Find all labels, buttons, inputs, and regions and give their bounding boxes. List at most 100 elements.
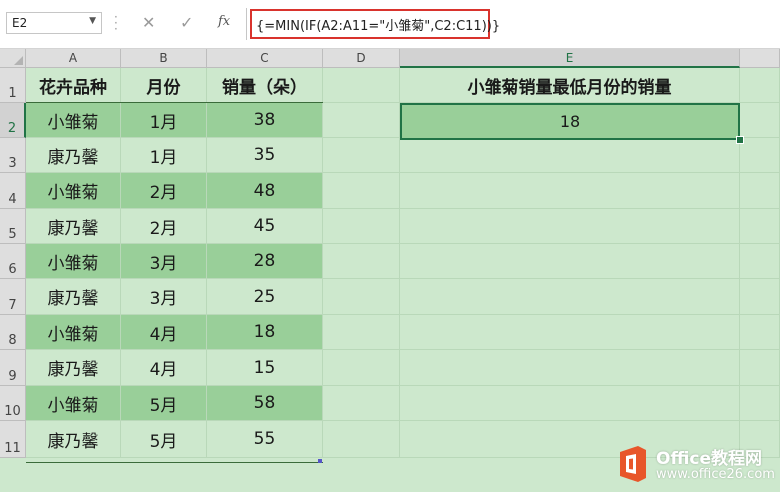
cell-f8[interactable]: [740, 315, 780, 350]
cell-b11[interactable]: 5月: [121, 421, 207, 458]
select-all-button[interactable]: [0, 49, 26, 68]
column-header-d[interactable]: D: [323, 49, 400, 68]
cell-a9[interactable]: 康乃馨: [26, 350, 121, 386]
cell-c9[interactable]: 15: [207, 350, 323, 386]
cell-a10[interactable]: 小雏菊: [26, 386, 121, 421]
cell-a5[interactable]: 康乃馨: [26, 209, 121, 244]
row-number: 1: [8, 86, 17, 101]
cell-c2[interactable]: 38: [207, 103, 323, 138]
cell-d8[interactable]: [323, 315, 400, 350]
table-top-border: [26, 102, 323, 103]
cell-b5[interactable]: 2月: [121, 209, 207, 244]
cell-a6[interactable]: 小雏菊: [26, 244, 121, 279]
formula-text[interactable]: {=MIN(IF(A2:A11="小雏菊",C2:C11))}: [256, 15, 500, 34]
cell-c8[interactable]: 18: [207, 315, 323, 350]
row-header-6[interactable]: 6: [0, 244, 26, 279]
more-options-icon: · · ·: [114, 10, 118, 36]
column-header-f[interactable]: [740, 49, 780, 68]
name-box[interactable]: E2 ▼: [6, 12, 102, 34]
column-header-e[interactable]: E: [400, 49, 740, 68]
row-number: 6: [8, 262, 17, 277]
worksheet-grid[interactable]: A B C D E 1 2 3 4 5 6 7 8 9 10 11 花卉品种 月份 销量（朵） 小雏菊 1月…: [0, 49, 780, 492]
row-header-2[interactable]: 2: [0, 103, 26, 138]
cell-b3[interactable]: 1月: [121, 138, 207, 173]
cell-b8[interactable]: 4月: [121, 315, 207, 350]
cell-c10[interactable]: 58: [207, 386, 323, 421]
cell-d10[interactable]: [323, 386, 400, 421]
cell-d4[interactable]: [323, 173, 400, 209]
cell-b7[interactable]: 3月: [121, 279, 207, 315]
name-box-value: E2: [12, 16, 28, 30]
cell-a3[interactable]: 康乃馨: [26, 138, 121, 173]
cell-d2[interactable]: [323, 103, 400, 138]
cell-f9[interactable]: [740, 350, 780, 386]
row-header-3[interactable]: 3: [0, 138, 26, 173]
cell-e9[interactable]: [400, 350, 740, 386]
cell-f10[interactable]: [740, 386, 780, 421]
row-number: 9: [8, 369, 17, 384]
cell-e4[interactable]: [400, 173, 740, 209]
cell-b9[interactable]: 4月: [121, 350, 207, 386]
cell-e2-selected[interactable]: 18: [400, 103, 740, 140]
row-header-9[interactable]: 9: [0, 350, 26, 386]
cell-f4[interactable]: [740, 173, 780, 209]
cell-b1[interactable]: 月份: [121, 68, 207, 103]
cell-c6[interactable]: 28: [207, 244, 323, 279]
cell-f5[interactable]: [740, 209, 780, 244]
cell-c1[interactable]: 销量（朵）: [207, 68, 323, 103]
check-icon[interactable]: ✓: [180, 13, 193, 32]
cell-b6[interactable]: 3月: [121, 244, 207, 279]
cell-f2[interactable]: [740, 103, 780, 138]
row-header-7[interactable]: 7: [0, 279, 26, 315]
cell-d5[interactable]: [323, 209, 400, 244]
cell-f7[interactable]: [740, 279, 780, 315]
row-header-1[interactable]: 1: [0, 68, 26, 103]
cell-c5[interactable]: 45: [207, 209, 323, 244]
cell-e6[interactable]: [400, 244, 740, 279]
cell-a7[interactable]: 康乃馨: [26, 279, 121, 315]
chevron-down-icon[interactable]: ▼: [89, 16, 96, 26]
cell-a4[interactable]: 小雏菊: [26, 173, 121, 209]
cell-a1[interactable]: 花卉品种: [26, 68, 121, 103]
cell-c3[interactable]: 35: [207, 138, 323, 173]
cell-a8[interactable]: 小雏菊: [26, 315, 121, 350]
fill-handle[interactable]: [736, 136, 744, 144]
cell-e5[interactable]: [400, 209, 740, 244]
cell-a11[interactable]: 康乃馨: [26, 421, 121, 458]
cell-a2[interactable]: 小雏菊: [26, 103, 121, 138]
close-icon[interactable]: ✕: [142, 13, 155, 32]
cell-d1[interactable]: [323, 68, 400, 103]
cell-f3[interactable]: [740, 138, 780, 173]
cell-e8[interactable]: [400, 315, 740, 350]
cell-d7[interactable]: [323, 279, 400, 315]
cell-f6[interactable]: [740, 244, 780, 279]
row-header-8[interactable]: 8: [0, 315, 26, 350]
cell-f1[interactable]: [740, 68, 780, 103]
cell-b4[interactable]: 2月: [121, 173, 207, 209]
cell-d6[interactable]: [323, 244, 400, 279]
row-header-11[interactable]: 11: [0, 421, 26, 458]
cell-c7[interactable]: 25: [207, 279, 323, 315]
row-header-4[interactable]: 4: [0, 173, 26, 209]
cell-e1[interactable]: 小雏菊销量最低月份的销量: [400, 68, 740, 103]
cell-e3[interactable]: [400, 138, 740, 173]
corner-triangle-icon: [14, 56, 23, 65]
row-number: 10: [4, 404, 21, 419]
cell-b10[interactable]: 5月: [121, 386, 207, 421]
row-header-5[interactable]: 5: [0, 209, 26, 244]
cell-c11[interactable]: 55: [207, 421, 323, 458]
cell-e10[interactable]: [400, 386, 740, 421]
column-header-b[interactable]: B: [121, 49, 207, 68]
function-icon[interactable]: fx: [218, 14, 230, 29]
row-header-10[interactable]: 10: [0, 386, 26, 421]
cell-b2[interactable]: 1月: [121, 103, 207, 138]
cell-d11[interactable]: [323, 421, 400, 458]
cell-d9[interactable]: [323, 350, 400, 386]
column-header-c[interactable]: C: [207, 49, 323, 68]
cell-c4[interactable]: 48: [207, 173, 323, 209]
column-header-a[interactable]: A: [26, 49, 121, 68]
watermark-title: Office教程网: [656, 449, 763, 469]
cell-d3[interactable]: [323, 138, 400, 173]
cell-e7[interactable]: [400, 279, 740, 315]
row-number: 5: [8, 227, 17, 242]
